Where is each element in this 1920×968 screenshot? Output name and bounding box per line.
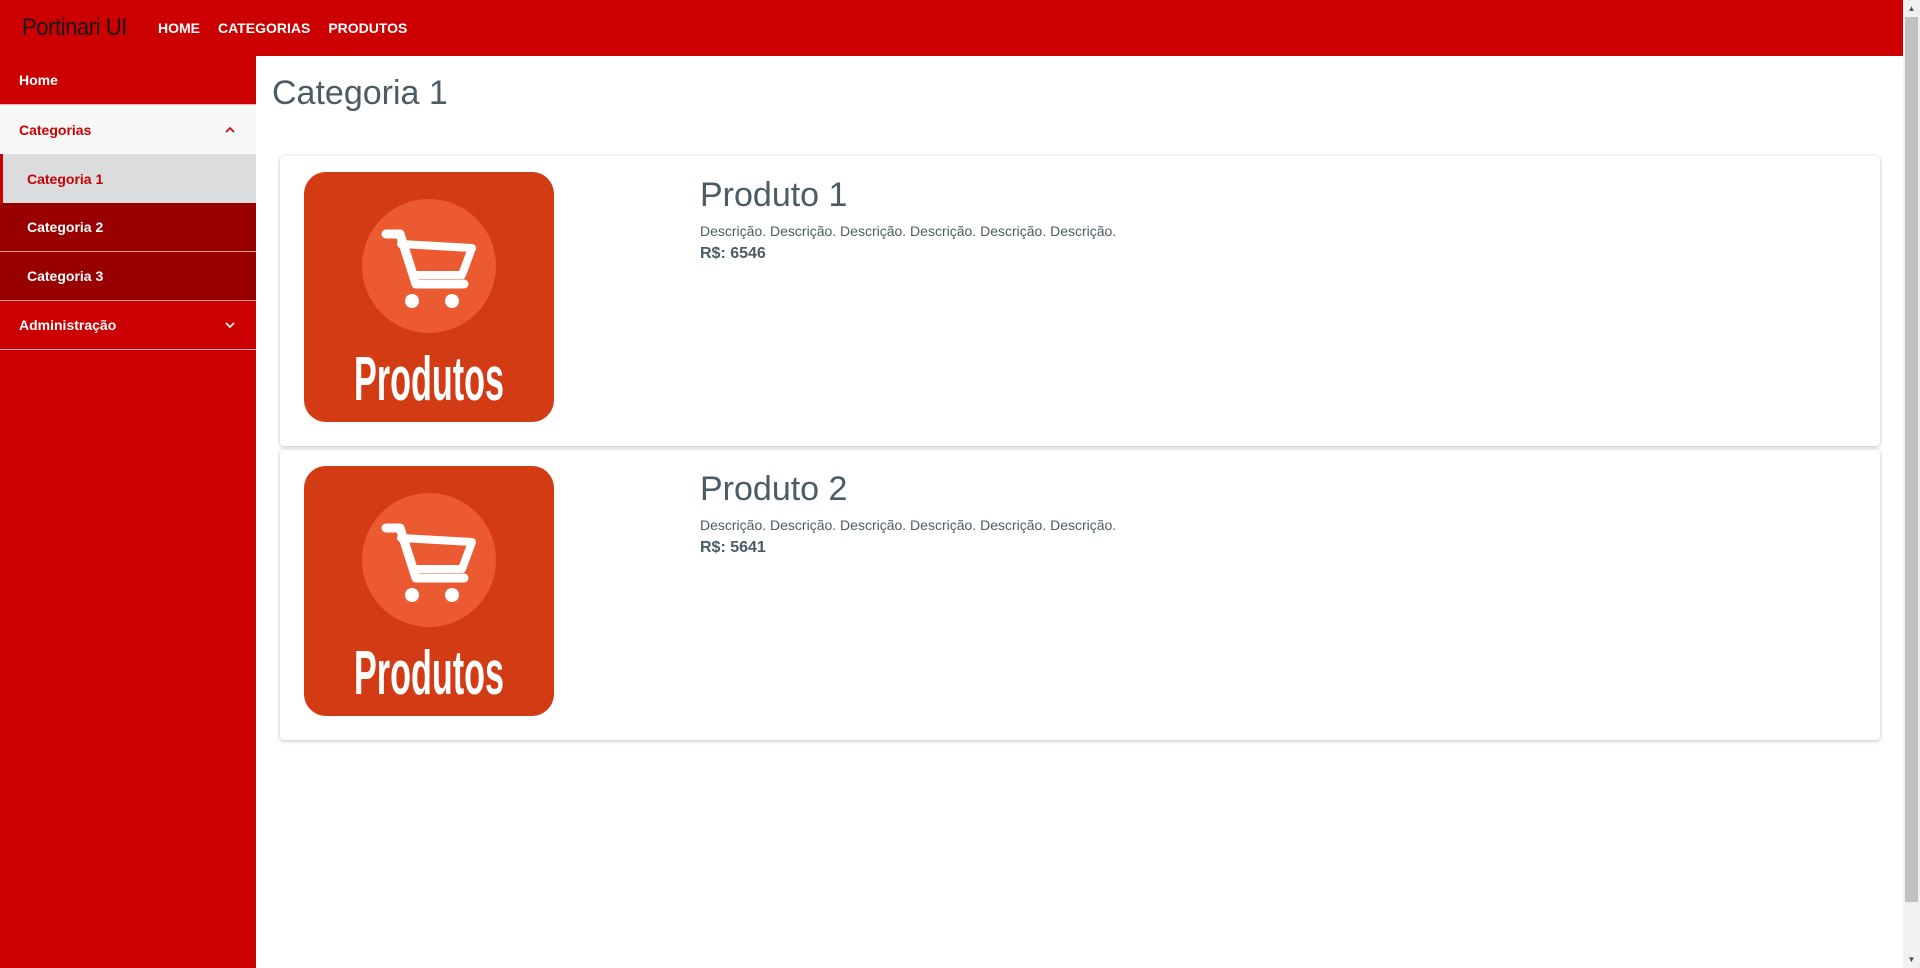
brand-logo[interactable]: Portinari UI [22,14,131,42]
product-info: Produto 1 Descrição. Descrição. Descriçã… [700,176,1116,263]
scroll-thumb[interactable] [1905,17,1918,902]
main-content: Categoria 1 Produtos Produto 1 Descrição… [256,56,1903,968]
top-nav: HOME CATEGORIAS PRODUTOS [158,20,425,36]
product-price: R$: 5641 [700,539,766,556]
chevron-down-icon [223,318,237,332]
product-image[interactable]: Produtos [304,172,554,422]
product-description: Descrição. Descrição. Descrição. Descriç… [700,517,1117,533]
page-title: Categoria 1 [272,74,448,112]
product-description: Descrição. Descrição. Descrição. Descriç… [700,223,1117,239]
chevron-up-icon [223,123,237,137]
sidebar-item-label: Categorias [19,121,92,138]
page-scrollbar[interactable]: ▲ ▼ [1903,0,1920,968]
sidebar-menu: Home Categorias Categoria 1 Categoria 2 … [0,56,256,968]
product-image[interactable]: Produtos [304,466,554,716]
sidebar-subitem-categoria-2[interactable]: Categoria 2 [0,203,256,252]
top-toolbar: Portinari UI HOME CATEGORIAS PRODUTOS [0,0,1903,56]
nav-categorias[interactable]: CATEGORIAS [218,20,310,36]
sidebar-subitem-label: Categoria 2 [27,219,104,235]
product-info: Produto 2 Descrição. Descrição. Descriçã… [700,470,1116,557]
scroll-up-arrow-icon[interactable]: ▲ [1903,0,1920,17]
product-card: Produtos Produto 2 Descrição. Descrição.… [280,450,1880,740]
product-price: R$: 6546 [700,245,766,262]
nav-home[interactable]: HOME [158,20,200,36]
product-title[interactable]: Produto 1 [700,176,1116,215]
sidebar-item-categorias[interactable]: Categorias [0,105,256,154]
product-image-label: Produtos [354,639,504,708]
sidebar-item-administracao[interactable]: Administração [0,301,256,350]
nav-produtos[interactable]: PRODUTOS [328,20,407,36]
sidebar-item-home[interactable]: Home [0,56,256,105]
sidebar-item-label: Home [19,72,58,88]
product-image-label: Produtos [354,345,504,414]
sidebar-subitem-label: Categoria 3 [27,268,104,284]
product-card: Produtos Produto 1 Descrição. Descrição.… [280,156,1880,446]
scroll-down-arrow-icon[interactable]: ▼ [1903,951,1920,968]
sidebar-subitem-categoria-3[interactable]: Categoria 3 [0,252,256,301]
sidebar-item-label: Administração [19,317,117,333]
sidebar-subitem-categoria-1[interactable]: Categoria 1 [0,154,256,203]
sidebar-subitem-label: Categoria 1 [27,170,104,187]
product-title[interactable]: Produto 2 [700,470,1116,509]
